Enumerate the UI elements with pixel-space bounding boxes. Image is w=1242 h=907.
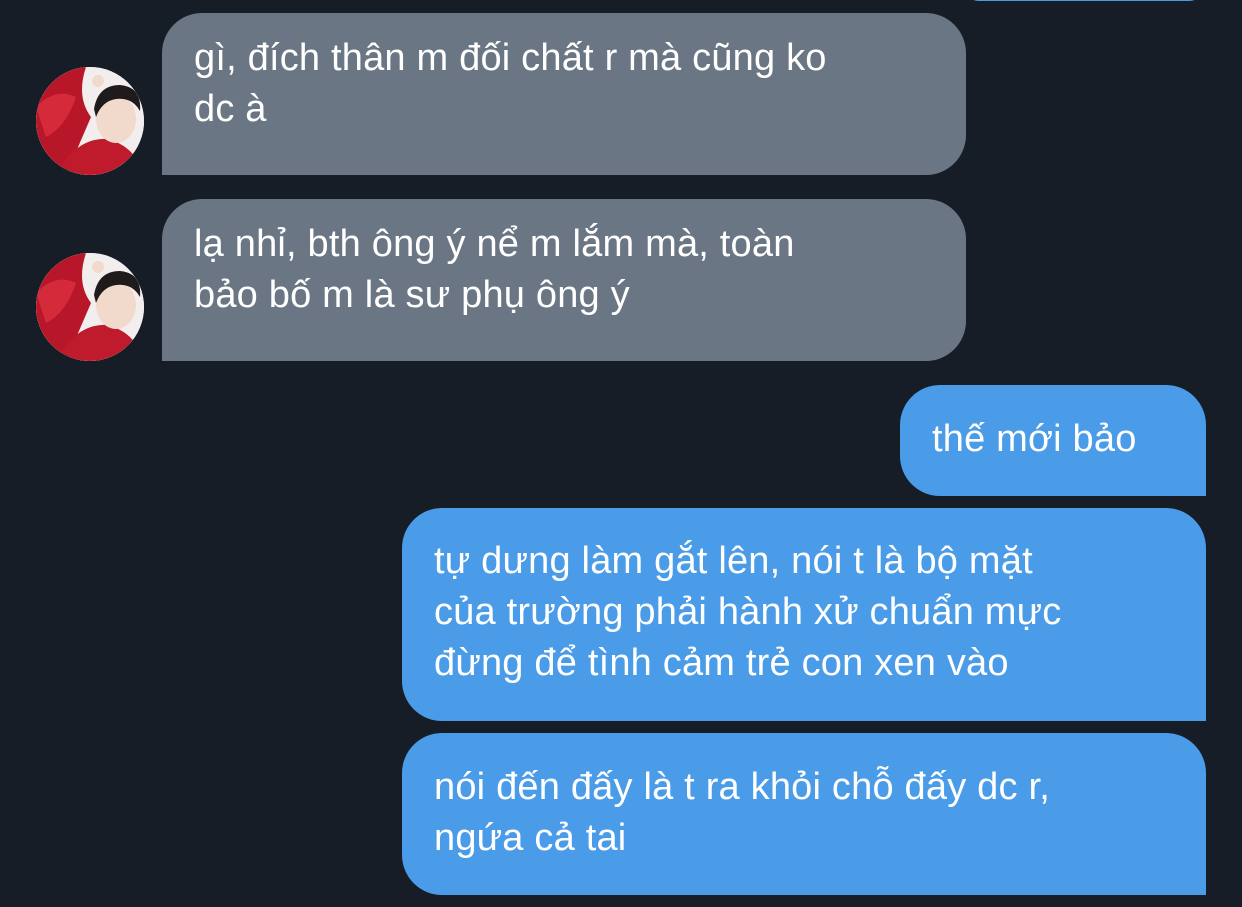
message-bubble-incoming[interactable]: gì, đích thân m đối chất r mà cũng ko dc… xyxy=(162,13,966,175)
contact-avatar[interactable] xyxy=(36,253,144,361)
avatar-image xyxy=(36,67,144,175)
message-bubble-outgoing[interactable]: tự dưng làm gắt lên, nói t là bộ mặt của… xyxy=(402,508,1206,721)
previous-outgoing-bubble-edge xyxy=(962,0,1206,1)
message-bubble-outgoing[interactable]: thế mới bảo xyxy=(900,385,1206,496)
avatar-image xyxy=(36,253,144,361)
contact-avatar[interactable] xyxy=(36,67,144,175)
message-bubble-incoming[interactable]: lạ nhỉ, bth ông ý nể m lắm mà, toàn bảo … xyxy=(162,199,966,361)
message-bubble-outgoing[interactable]: nói đến đấy là t ra khỏi chỗ đấy dc r, n… xyxy=(402,733,1206,895)
